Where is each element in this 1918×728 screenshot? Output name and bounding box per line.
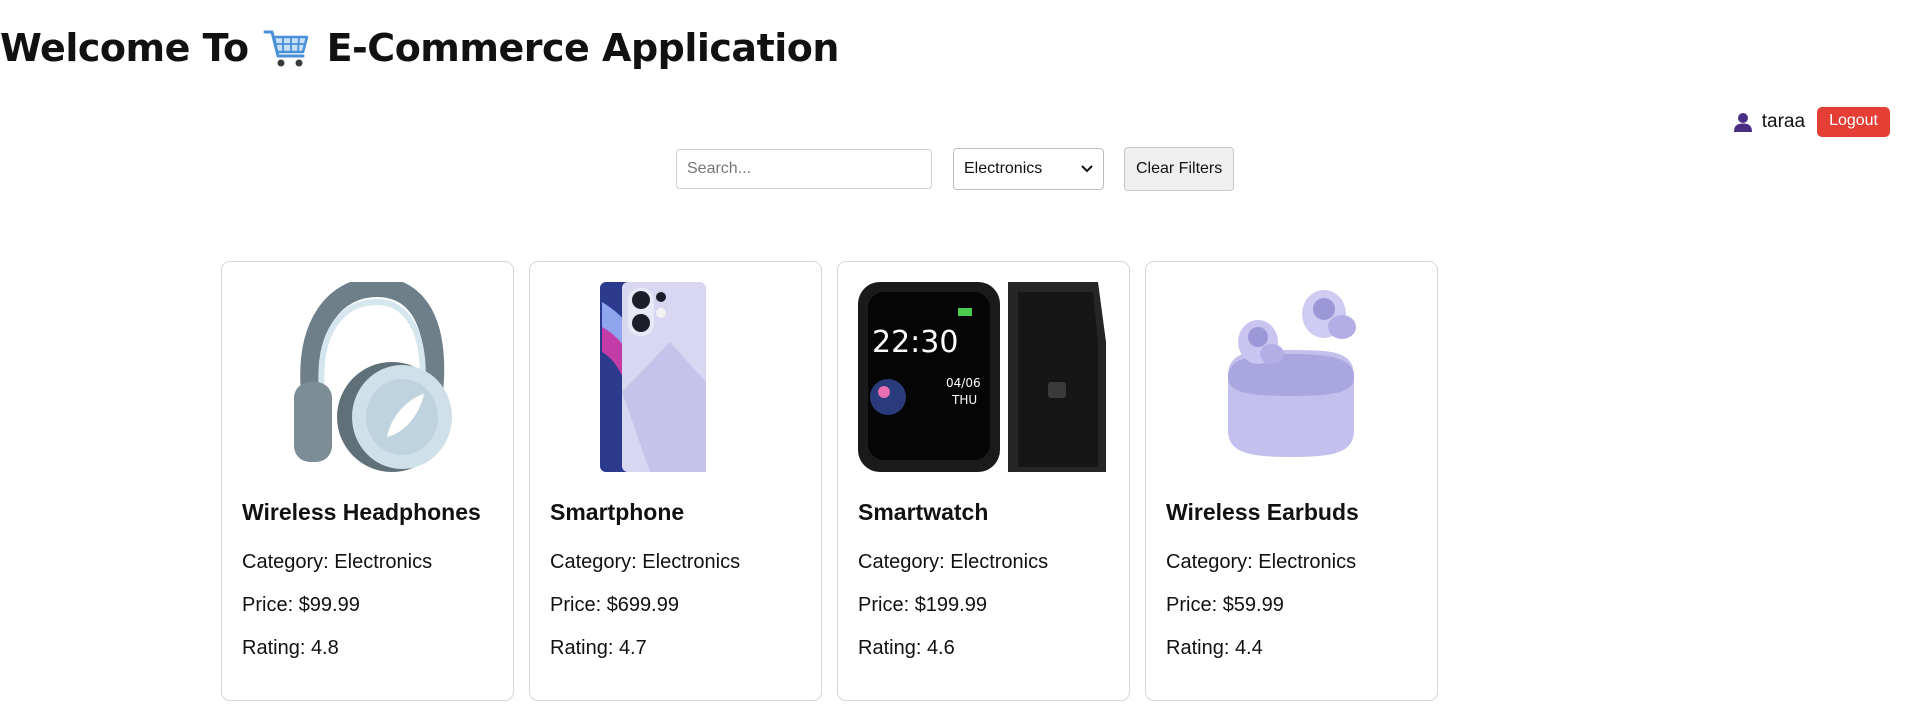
product-card[interactable]: Wireless Headphones Category: Electronic… <box>221 261 514 701</box>
shopping-cart-icon <box>263 26 311 70</box>
product-category: Category: Electronics <box>1166 551 1357 573</box>
product-grid: Wireless Headphones Category: Electronic… <box>221 261 1453 701</box>
product-name: Wireless Earbuds <box>1166 499 1359 525</box>
page-title: Welcome To E-Commerce Application <box>0 26 839 70</box>
headphones-image <box>242 282 493 472</box>
filter-bar: Electronics Clear Filters <box>676 147 1235 191</box>
product-name: Smartphone <box>550 499 685 525</box>
product-category: Category: Electronics <box>550 551 741 573</box>
smartwatch-image: 22:30 04/06 THU <box>858 282 1109 472</box>
earbuds-image <box>1166 282 1417 472</box>
svg-text:22:30: 22:30 <box>872 325 958 360</box>
smartphone-image <box>550 282 801 472</box>
product-card[interactable]: Wireless Earbuds Category: Electronics P… <box>1145 261 1438 701</box>
product-category: Category: Electronics <box>242 551 433 573</box>
logout-button[interactable]: Logout <box>1817 107 1890 137</box>
username: taraa <box>1761 111 1806 132</box>
product-name: Wireless Headphones <box>242 499 481 525</box>
product-rating: Rating: 4.7 <box>550 637 647 659</box>
product-card[interactable]: Smartphone Category: Electronics Price: … <box>529 261 822 701</box>
product-category: Category: Electronics <box>858 551 1049 573</box>
category-select[interactable]: Electronics <box>953 148 1104 190</box>
user-icon <box>1732 111 1754 133</box>
product-price: Price: $99.99 <box>242 594 360 616</box>
product-price: Price: $59.99 <box>1166 594 1284 616</box>
product-rating: Rating: 4.6 <box>858 637 955 659</box>
clear-filters-button[interactable]: Clear Filters <box>1124 147 1235 191</box>
product-price: Price: $199.99 <box>858 594 987 616</box>
svg-text:04/06: 04/06 <box>946 376 981 390</box>
search-input[interactable] <box>676 149 932 189</box>
product-rating: Rating: 4.4 <box>1166 637 1263 659</box>
product-name: Smartwatch <box>858 499 989 525</box>
product-price: Price: $699.99 <box>550 594 679 616</box>
user-area: taraa Logout <box>1732 107 1890 137</box>
title-suffix: E-Commerce Application <box>326 26 840 70</box>
product-rating: Rating: 4.8 <box>242 637 339 659</box>
svg-text:THU: THU <box>951 393 977 407</box>
title-prefix: Welcome To <box>0 26 249 70</box>
chevron-down-icon <box>1081 160 1093 178</box>
product-card[interactable]: 22:30 04/06 THU Smartwatch Category: Ele… <box>837 261 1130 701</box>
category-select-value: Electronics <box>964 160 1043 177</box>
